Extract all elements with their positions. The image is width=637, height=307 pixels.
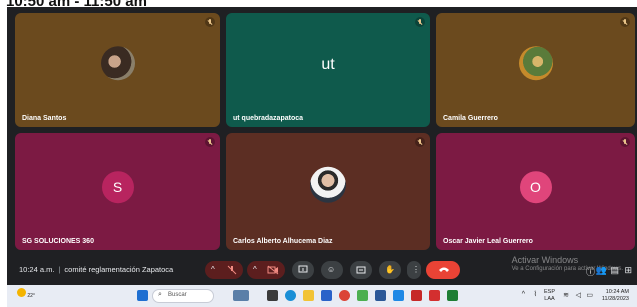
folder-icon[interactable] — [303, 290, 314, 301]
mic-control-group: ^ — [205, 261, 243, 279]
landscape-icon[interactable] — [233, 290, 249, 301]
weather-temp: 22° — [27, 293, 35, 299]
raise-hand-icon: ✋ — [385, 265, 395, 274]
captions-icon — [356, 265, 366, 277]
participant-avatar — [518, 46, 553, 81]
participant-name: Oscar Javier Leal Guerrero — [443, 238, 533, 245]
participant-avatar — [100, 46, 135, 81]
camera-off-icon[interactable] — [267, 265, 279, 277]
weather-widget[interactable]: 22° — [17, 288, 35, 299]
participant-tile-diana-santos[interactable]: Diana Santos — [15, 13, 220, 127]
participant-name: Carlos Alberto Alhucema Diaz — [233, 238, 333, 245]
clock[interactable]: 10:24 AM 11/28/2023 — [602, 289, 629, 303]
people-icon[interactable]: 👥 — [596, 265, 607, 276]
participant-tile-carlos-alberto-alhucema-diaz[interactable]: Carlos Alberto Alhucema Diaz — [226, 133, 430, 250]
chevron-up-icon[interactable]: ^ — [522, 291, 525, 298]
mic-off-icon — [620, 17, 630, 27]
windows-start-icon[interactable] — [137, 290, 148, 301]
participant-tile-oscar-javier-leal-guerrero[interactable]: O Oscar Javier Leal Guerrero — [436, 133, 635, 250]
language-line1: ESP — [543, 289, 555, 295]
more-options-button[interactable]: ⋮ — [407, 261, 421, 279]
participant-name: ut quebradazapatoca — [233, 115, 304, 122]
captions-button[interactable] — [350, 261, 372, 279]
mic-off-icon — [205, 17, 215, 27]
participant-name: Camila Guerrero — [443, 115, 498, 122]
mic-off-icon — [415, 17, 425, 27]
participant-avatar — [310, 166, 346, 203]
windows-taskbar: 22° ⌕ Buscar ^ ⌇ ESP LAA ≋ ◁ ▭ 10:24 AM … — [7, 285, 637, 307]
mic-off-icon — [415, 137, 425, 147]
meeting-time: 10:24 a.m. — [19, 265, 55, 274]
language-line2: LAA — [544, 296, 555, 302]
participant-tile-camila-guerrero[interactable]: Camila Guerrero — [436, 13, 635, 127]
participant-initials: ut — [321, 56, 335, 74]
participant-initials: O — [519, 170, 552, 203]
participant-tile-sg-soluciones-360[interactable]: S SG SOLUCIONES 360 — [15, 133, 220, 250]
watermark-title: Activar Windows — [511, 255, 579, 265]
camera-control-group: ^ — [247, 261, 285, 279]
mic-off-icon — [620, 137, 630, 147]
participant-name: SG SOLUCIONES 360 — [22, 238, 94, 245]
meeting-info: 10:24 a.m. | comité reglamentación Zapatoc… — [19, 265, 173, 274]
task-view-icon[interactable] — [267, 290, 278, 301]
activities-icon[interactable]: ⊞ — [624, 265, 632, 276]
search-icon: ⌕ — [158, 291, 162, 298]
weather-icon — [17, 288, 26, 297]
more-icon: ⋮ — [412, 265, 420, 274]
taskbar-search[interactable]: ⌕ Buscar — [152, 289, 214, 303]
call-controls-bar: 10:24 a.m. | comité reglamentación Zapatoc… — [7, 255, 637, 285]
info-icon[interactable]: ⓘ — [586, 265, 595, 278]
volume-icon[interactable]: ◁ — [576, 291, 581, 299]
edge-icon[interactable] — [285, 290, 296, 301]
meeting-grid: Diana Santos ut ut quebradazapatoca Cami… — [7, 7, 637, 285]
mic-off-icon[interactable] — [227, 265, 237, 277]
meeting-title: comité reglamentación Zapatoca — [64, 265, 174, 274]
clock-time: 10:24 AM — [605, 289, 629, 295]
mic-off-icon — [205, 137, 215, 147]
word-icon[interactable] — [375, 290, 386, 301]
network-icon[interactable]: ⌇ — [534, 290, 537, 298]
raise-hand-button[interactable]: ✋ — [379, 261, 401, 279]
present-icon — [298, 265, 308, 277]
store-icon[interactable] — [321, 290, 332, 301]
photos-icon[interactable] — [357, 290, 368, 301]
mail-icon[interactable] — [411, 290, 422, 301]
emoji-icon: ☺ — [327, 265, 336, 274]
excel-icon[interactable] — [447, 290, 458, 301]
search-placeholder: Buscar — [168, 292, 187, 298]
end-call-icon — [438, 265, 450, 275]
battery-icon[interactable]: ▭ — [586, 291, 593, 299]
separator: | — [58, 265, 61, 274]
chevron-up-icon[interactable]: ^ — [253, 265, 257, 274]
participant-name: Diana Santos — [22, 115, 67, 122]
participant-initials: S — [101, 170, 134, 203]
pdf-icon[interactable] — [429, 290, 440, 301]
clock-date: 11/28/2023 — [601, 296, 629, 302]
chevron-up-icon[interactable]: ^ — [211, 265, 215, 274]
language-indicator[interactable]: ESP LAA — [544, 289, 555, 303]
end-call-button[interactable] — [426, 261, 460, 279]
present-button[interactable] — [292, 261, 314, 279]
chat-icon[interactable]: ▤ — [610, 265, 619, 276]
app-icon[interactable] — [393, 290, 404, 301]
emoji-button[interactable]: ☺ — [321, 261, 343, 279]
participant-tile-ut-quebradazapatoca[interactable]: ut ut quebradazapatoca — [226, 13, 430, 127]
chrome-icon[interactable] — [339, 290, 350, 301]
wifi-icon[interactable]: ≋ — [563, 291, 569, 299]
